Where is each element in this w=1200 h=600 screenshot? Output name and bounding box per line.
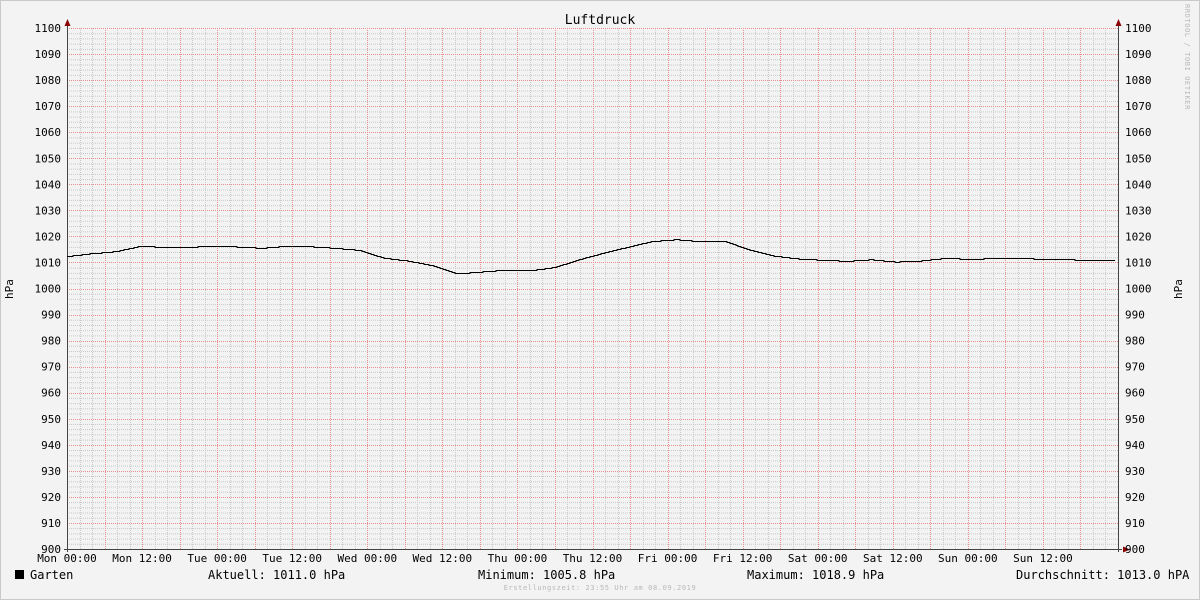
y-tick-label-left: 920 bbox=[41, 491, 61, 504]
y-tick-label-left: 1010 bbox=[35, 256, 62, 269]
y-tick-label-right: 900 bbox=[1125, 543, 1145, 556]
y-axis-label-left: hPa bbox=[3, 279, 16, 299]
y-axis-label-right: hPa bbox=[1172, 279, 1185, 299]
legend-average: Durchschnitt: 1013.0 hPA bbox=[1016, 568, 1190, 582]
creation-timestamp: Erstellungszeit: 23:55 Uhr am 08.09.2019 bbox=[503, 584, 697, 592]
y-tick-label-right: 1090 bbox=[1125, 48, 1152, 61]
y-tick-label-right: 1080 bbox=[1125, 74, 1152, 87]
x-tick-label: Thu 12:00 bbox=[563, 552, 623, 565]
x-tick-label: Tue 12:00 bbox=[262, 552, 322, 565]
y-axis-arrow-right bbox=[1115, 19, 1122, 26]
major-grid bbox=[67, 28, 1118, 549]
x-tick-label: Sun 00:00 bbox=[938, 552, 998, 565]
chart-title: Luftdruck bbox=[565, 13, 636, 28]
legend-series-name: Garten bbox=[30, 568, 74, 582]
x-tick-label: Wed 12:00 bbox=[413, 552, 473, 565]
x-tick-label: Wed 00:00 bbox=[337, 552, 397, 565]
y-tick-label-right: 910 bbox=[1125, 517, 1145, 530]
y-tick-label-left: 1050 bbox=[35, 152, 62, 165]
y-tick-label-right: 970 bbox=[1125, 361, 1145, 374]
y-tick-label-left: 910 bbox=[41, 517, 61, 530]
y-tick-label-left: 1020 bbox=[35, 230, 62, 243]
y-tick-label-left: 960 bbox=[41, 387, 61, 400]
y-tick-label-left: 940 bbox=[41, 439, 61, 452]
y-tick-label-left: 950 bbox=[41, 413, 61, 426]
x-tick-label: Sat 12:00 bbox=[863, 552, 923, 565]
y-tick-labels-right: 900 910 920 930 940 950 960 970 980 990 1000 1010 10… bbox=[1125, 22, 1152, 556]
x-tick-label: Thu 00:00 bbox=[488, 552, 548, 565]
y-tick-label-right: 1100 bbox=[1125, 22, 1152, 35]
y-tick-label-right: 1060 bbox=[1125, 126, 1152, 139]
y-tick-label-right: 950 bbox=[1125, 413, 1145, 426]
y-tick-label-left: 980 bbox=[41, 335, 61, 348]
x-tick-labels: Mon 00:00 Mon 12:00 Tue 00:00 Tue 12:00 Wed … bbox=[37, 552, 1073, 565]
x-tick-label: Fri 00:00 bbox=[638, 552, 698, 565]
y-tick-label-left: 1100 bbox=[35, 22, 62, 35]
x-tick-label: Sat 00:00 bbox=[788, 552, 848, 565]
y-tick-label-right: 1040 bbox=[1125, 178, 1152, 191]
x-tick-label: Tue 00:00 bbox=[187, 552, 247, 565]
y-tick-label-right: 990 bbox=[1125, 309, 1145, 322]
y-tick-label-left: 1090 bbox=[35, 48, 62, 61]
y-axis-arrow-left bbox=[64, 19, 71, 26]
y-tick-labels-left: 9009109209309409509609709809901000101010… bbox=[35, 22, 62, 556]
y-tick-label-right: 1050 bbox=[1125, 152, 1152, 165]
rrdtool-watermark: RRDTOOL / TOBI OETIKER bbox=[1183, 4, 1191, 110]
y-tick-label-right: 940 bbox=[1125, 439, 1145, 452]
y-tick-label-left: 1060 bbox=[35, 126, 62, 139]
y-tick-label-left: 1070 bbox=[35, 100, 62, 113]
y-tick-label-right: 1020 bbox=[1125, 230, 1152, 243]
y-tick-label-right: 930 bbox=[1125, 465, 1145, 478]
legend-minimum: Minimum: 1005.8 hPa bbox=[478, 568, 616, 582]
minor-grid bbox=[67, 28, 1118, 549]
x-tick-label: Fri 12:00 bbox=[713, 552, 773, 565]
x-tick-label: Mon 12:00 bbox=[112, 552, 172, 565]
y-tick-label-left: 1000 bbox=[35, 283, 62, 296]
axes bbox=[64, 19, 1130, 553]
y-tick-label-right: 980 bbox=[1125, 335, 1145, 348]
y-tick-label-left: 990 bbox=[41, 309, 61, 322]
legend-maximum: Maximum: 1018.9 hPa bbox=[747, 568, 885, 582]
y-tick-label-right: 920 bbox=[1125, 491, 1145, 504]
legend-swatch bbox=[15, 570, 24, 579]
y-tick-label-left: 1080 bbox=[35, 74, 62, 87]
y-tick-label-right: 960 bbox=[1125, 387, 1145, 400]
y-tick-label-right: 1030 bbox=[1125, 204, 1152, 217]
y-tick-label-right: 1010 bbox=[1125, 256, 1152, 269]
pressure-chart: 900 910 920 930 940 950 960 970 980 990 1000 1010 10… bbox=[3, 13, 1185, 565]
y-tick-label-left: 1040 bbox=[35, 178, 62, 191]
x-tick-label: Mon 00:00 bbox=[37, 552, 97, 565]
y-tick-label-left: 970 bbox=[41, 361, 61, 374]
y-tick-label-right: 1000 bbox=[1125, 283, 1152, 296]
x-tick-label: Sun 12:00 bbox=[1013, 552, 1073, 565]
y-tick-label-left: 930 bbox=[41, 465, 61, 478]
y-tick-label-right: 1070 bbox=[1125, 100, 1152, 113]
legend-current: Aktuell: 1011.0 hPa bbox=[208, 568, 346, 582]
y-tick-label-left: 1030 bbox=[35, 204, 62, 217]
